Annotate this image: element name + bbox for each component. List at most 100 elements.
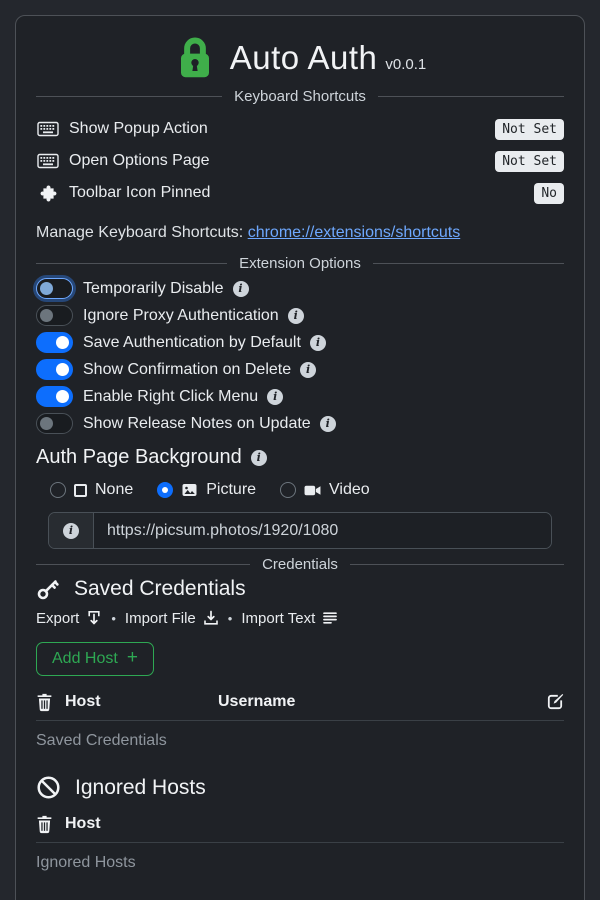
info-icon[interactable]	[267, 389, 283, 405]
column-header-username: Username	[218, 693, 546, 711]
toggle-temporarily-disable[interactable]	[36, 278, 73, 299]
shortcut-row-open-options: Open Options Page Not Set	[36, 145, 564, 177]
square-icon	[74, 484, 87, 497]
import-text-icon	[322, 610, 338, 626]
toggle-row-right-click-menu: Enable Right Click Menu	[36, 386, 564, 407]
divider-label: Extension Options	[239, 255, 361, 272]
toggle-ignore-proxy-auth[interactable]	[36, 305, 73, 326]
switch-knob	[56, 363, 69, 376]
dot-separator	[111, 610, 116, 627]
manage-shortcuts-line: Manage Keyboard Shortcuts: chrome://exte…	[36, 224, 564, 242]
saved-credentials-heading: Saved Credentials	[36, 577, 564, 601]
table-separator	[36, 720, 564, 721]
radio-option-video[interactable]: Video	[280, 481, 370, 499]
shortcut-label: Toolbar Icon Pinned	[69, 184, 534, 202]
export-button[interactable]: Export	[36, 610, 102, 627]
ignored-hosts-table-header: Host	[36, 811, 564, 837]
ignored-hosts-empty-state: Ignored Hosts	[36, 854, 564, 872]
auth-page-background-heading: Auth Page Background	[36, 446, 564, 469]
toggle-row-save-auth: Save Authentication by Default	[36, 332, 564, 353]
import-file-button[interactable]: Import File	[125, 610, 219, 627]
section-title: Ignored Hosts	[75, 776, 206, 800]
toggle-show-confirmation-delete[interactable]	[36, 359, 73, 380]
saved-credentials-table-header: Host Username	[36, 689, 564, 715]
app-header: Auto Auth v0.0.1	[36, 24, 564, 86]
extension-options-list: Temporarily Disable Ignore Proxy Authent…	[36, 278, 564, 434]
info-icon[interactable]	[251, 450, 267, 466]
section-title: Auth Page Background	[36, 446, 242, 469]
video-icon	[304, 483, 321, 498]
info-icon[interactable]	[288, 308, 304, 324]
dot-separator	[228, 610, 233, 627]
page-title: Auto Auth	[230, 39, 378, 77]
export-label: Export	[36, 610, 79, 627]
prohibited-icon	[36, 775, 61, 800]
background-type-radio-group: None Picture Video	[50, 479, 564, 501]
toggle-row-temporarily-disable: Temporarily Disable	[36, 278, 564, 299]
switch-knob	[40, 417, 53, 430]
info-icon[interactable]	[310, 335, 326, 351]
puzzle-icon	[36, 185, 60, 202]
info-icon[interactable]	[63, 523, 79, 539]
toggle-row-ignore-proxy: Ignore Proxy Authentication	[36, 305, 564, 326]
add-host-button[interactable]: Add Host	[36, 642, 154, 676]
trash-icon[interactable]	[36, 693, 53, 712]
import-text-button[interactable]: Import Text	[241, 610, 338, 627]
app-version: v0.0.1	[385, 56, 426, 73]
shortcut-value-badge: No	[534, 183, 564, 204]
shortcut-row-toolbar-pinned: Toolbar Icon Pinned No	[36, 177, 564, 209]
manage-shortcuts-link[interactable]: chrome://extensions/shortcuts	[248, 224, 461, 241]
saved-credentials-empty-state: Saved Credentials	[36, 732, 564, 750]
radio-label: Picture	[206, 481, 256, 499]
switch-knob	[40, 309, 53, 322]
trash-icon[interactable]	[36, 815, 53, 834]
ignored-hosts-heading: Ignored Hosts	[36, 775, 564, 800]
shortcut-list: Show Popup Action Not Set Open Options P…	[36, 113, 564, 209]
manage-shortcuts-label: Manage Keyboard Shortcuts:	[36, 224, 243, 241]
radio-button[interactable]	[50, 482, 66, 498]
options-panel: Auto Auth v0.0.1 Keyboard Shortcuts Show…	[15, 15, 585, 900]
add-host-label: Add Host	[52, 650, 118, 668]
radio-label: Video	[329, 481, 370, 499]
picture-icon	[181, 482, 198, 498]
shortcut-label: Show Popup Action	[69, 120, 495, 138]
column-header-host: Host	[65, 693, 218, 711]
lock-icon	[174, 34, 216, 82]
toggle-release-notes-update[interactable]	[36, 413, 73, 434]
export-icon	[86, 610, 102, 626]
radio-option-none[interactable]: None	[50, 481, 133, 499]
switch-knob	[56, 390, 69, 403]
plus-icon	[127, 650, 138, 668]
toggle-label: Show Release Notes on Update	[83, 415, 311, 433]
switch-knob	[40, 282, 53, 295]
column-header-host: Host	[65, 815, 218, 833]
key-icon	[36, 577, 60, 601]
info-icon[interactable]	[233, 281, 249, 297]
import-file-label: Import File	[125, 610, 196, 627]
edit-icon[interactable]	[546, 693, 564, 711]
info-icon[interactable]	[300, 362, 316, 378]
radio-label: None	[95, 481, 133, 499]
toggle-label: Ignore Proxy Authentication	[83, 307, 279, 325]
switch-knob	[56, 336, 69, 349]
keyboard-icon	[36, 121, 60, 137]
radio-option-picture[interactable]: Picture	[157, 481, 256, 499]
toggle-row-release-notes: Show Release Notes on Update	[36, 413, 564, 434]
info-icon[interactable]	[320, 416, 336, 432]
background-url-input[interactable]	[94, 513, 551, 548]
background-url-group	[48, 512, 552, 549]
toggle-label: Enable Right Click Menu	[83, 388, 258, 406]
toggle-enable-right-click[interactable]	[36, 386, 73, 407]
radio-button[interactable]	[157, 482, 173, 498]
import-text-label: Import Text	[241, 610, 315, 627]
shortcut-row-show-popup: Show Popup Action Not Set	[36, 113, 564, 145]
section-title: Saved Credentials	[74, 577, 246, 601]
toggle-save-auth-default[interactable]	[36, 332, 73, 353]
toggle-row-confirm-delete: Show Confirmation on Delete	[36, 359, 564, 380]
shortcut-value-badge: Not Set	[495, 151, 564, 172]
table-separator	[36, 842, 564, 843]
radio-button[interactable]	[280, 482, 296, 498]
toggle-label: Save Authentication by Default	[83, 334, 301, 352]
shortcut-label: Open Options Page	[69, 152, 495, 170]
divider-label: Credentials	[262, 556, 338, 573]
